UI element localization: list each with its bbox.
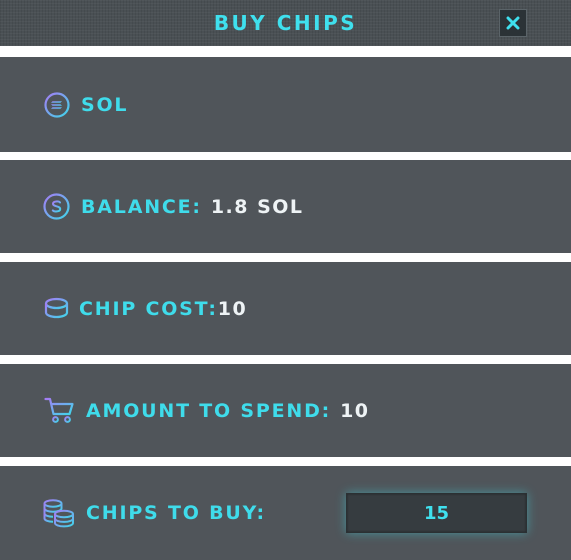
buy-chips-dialog: BUY CHIPS SOL BALANCE: 1.8 SOL CHIP COST…: [0, 0, 571, 560]
chip-icon: [44, 297, 69, 320]
balance-label: BALANCE:: [81, 195, 202, 218]
dialog-title: BUY CHIPS: [213, 11, 358, 35]
dollar-coin-icon: [43, 193, 70, 220]
balance-row: BALANCE: 1.8 SOL: [0, 160, 571, 253]
chip-cost-label: CHIP COST:: [79, 297, 218, 320]
close-icon: [506, 16, 520, 30]
currency-label: SOL: [81, 93, 129, 116]
dialog-header: BUY CHIPS: [0, 0, 571, 46]
chips-to-buy-input[interactable]: [346, 493, 527, 533]
amount-to-spend-value: 10: [340, 399, 370, 422]
solana-icon: [44, 91, 70, 118]
chips-to-buy-row: CHIPS TO BUY:: [0, 466, 571, 560]
chip-cost-value: 10: [217, 297, 248, 320]
currency-row: SOL: [0, 57, 571, 152]
balance-value: 1.8 SOL: [210, 195, 304, 218]
chip-cost-row: CHIP COST: 10: [0, 262, 571, 355]
chips-to-buy-label: CHIPS TO BUY:: [86, 502, 266, 524]
cart-icon: [44, 397, 75, 424]
amount-to-spend-row: AMOUNT TO SPEND: 10: [0, 364, 571, 457]
amount-to-spend-label: AMOUNT TO SPEND:: [86, 399, 332, 422]
close-button[interactable]: [499, 9, 527, 37]
chip-stack-icon: [43, 498, 75, 528]
